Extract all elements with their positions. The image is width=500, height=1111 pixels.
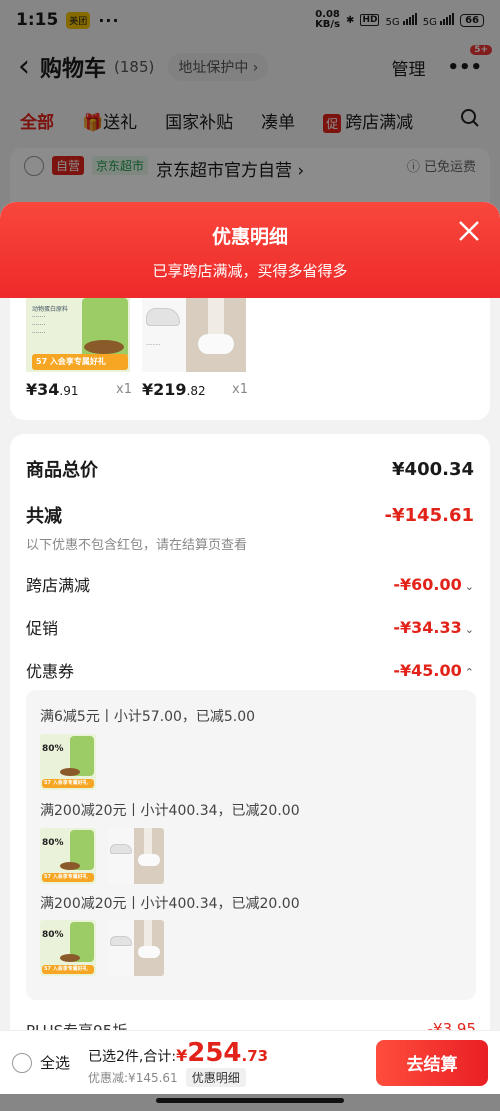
home-indicator[interactable] bbox=[156, 1098, 344, 1103]
product-quantity: x1 bbox=[232, 382, 248, 397]
select-all-label: 全选 bbox=[40, 1054, 71, 1072]
member-promo-strip: 57 入会享专属好礼 bbox=[32, 354, 128, 370]
product-price: ¥219.82 bbox=[142, 380, 206, 399]
pet-food-image[interactable]: 动物蛋白原料 ······· ······· ······· 57 入会享专属好礼 bbox=[26, 298, 130, 372]
discount-summary: 优惠减:¥145.61 优惠明细 bbox=[88, 1068, 268, 1087]
chevron-down-icon: ⌄ bbox=[464, 622, 474, 636]
chevron-down-icon: ⌄ bbox=[464, 579, 474, 593]
cross-store-value: -¥60.00 ⌄ bbox=[393, 574, 474, 594]
plus-discount-label: PLUS专享95折 bbox=[26, 1020, 127, 1030]
chevron-up-icon: ⌃ bbox=[464, 665, 474, 679]
sneaker-image[interactable]: ········· bbox=[142, 298, 246, 372]
total-reduce-value: -¥145.61 bbox=[384, 504, 474, 526]
selected-total: 已选2件,合计: ¥ 254 .73 bbox=[88, 1038, 269, 1068]
sheet-subtitle: 已享跨店满减，买得多省得多 bbox=[152, 262, 348, 280]
coupon-line: 满6减5元丨小计57.00，已减5.00 bbox=[40, 709, 256, 725]
coupon-value: -¥45.00 ⌃ bbox=[393, 660, 474, 680]
total-price-row: 商品总价 ¥400.34 bbox=[26, 456, 474, 482]
cross-store-row[interactable]: 跨店满减 -¥60.00 ⌄ bbox=[26, 572, 474, 596]
plus-discount-row: PLUS专享95折 -¥3.95 bbox=[26, 1020, 476, 1030]
select-all-checkbox[interactable] bbox=[12, 1052, 32, 1073]
coupon-label: 优惠券 bbox=[26, 662, 75, 681]
coupon-row[interactable]: 优惠券 -¥45.00 ⌃ bbox=[26, 658, 474, 682]
total-amount: 254 bbox=[187, 1038, 242, 1068]
select-all-toggle[interactable]: 全选 bbox=[12, 1052, 70, 1073]
product-price: ¥34.91 bbox=[26, 380, 79, 399]
sheet-title: 优惠明细 bbox=[211, 226, 288, 248]
checkout-button[interactable]: 去结算 bbox=[376, 1039, 488, 1086]
discount-detail-tag[interactable]: 优惠明细 bbox=[185, 1068, 246, 1087]
coupon-detail-box: 满6减5元丨小计57.00，已减5.00 80% 57 入会享专属好礼 满200减… bbox=[26, 690, 476, 1000]
total-reduce-label: 共减 bbox=[26, 506, 62, 527]
pet-food-thumbnail: 80% 57 入会享专属好礼 bbox=[40, 920, 96, 976]
sneaker-thumbnail bbox=[108, 920, 164, 976]
discount-detail-sheet: 优惠明细 已享跨店满减，买得多省得多 动物蛋白原料 ······· ······· ·… bbox=[0, 202, 500, 1030]
product-summary-card: 动物蛋白原料 ······· ······· ······· 57 入会享专属好礼 ¥… bbox=[10, 298, 490, 420]
discount-detail-card: 商品总价 ¥400.34 共减 -¥145.61 以下优惠不包含红包，请在结算页… bbox=[10, 434, 490, 1030]
discount-amount: 优惠减:¥145.61 bbox=[88, 1071, 178, 1085]
total-price-label: 商品总价 bbox=[26, 460, 98, 481]
pet-food-thumbnail: 80% 57 入会享专属好礼 bbox=[40, 828, 96, 884]
product-quantity: x1 bbox=[116, 382, 132, 397]
close-icon[interactable] bbox=[458, 220, 480, 242]
total-reduce-row: 共减 -¥145.61 bbox=[26, 502, 474, 528]
promotion-value: -¥34.33 ⌄ bbox=[393, 617, 474, 637]
product-image-text: 动物蛋白原料 ······· ······· ······· bbox=[32, 306, 69, 337]
total-price-value: ¥400.34 bbox=[392, 458, 474, 480]
plus-discount-value: -¥3.95 bbox=[427, 1020, 476, 1030]
coupon-line: 满200减20元丨小计400.34，已减20.00 bbox=[40, 896, 300, 912]
checkout-summary: 已选2件,合计: ¥ 254 .73 优惠减:¥145.61 优惠明细 bbox=[88, 1038, 268, 1087]
sneaker-thumbnail bbox=[108, 828, 164, 884]
cross-store-label: 跨店满减 bbox=[26, 576, 91, 595]
promotion-label: 促销 bbox=[26, 619, 59, 638]
coupon-line: 满200减20元丨小计400.34，已减20.00 bbox=[40, 803, 300, 819]
reduce-hint: 以下优惠不包含红包，请在结算页查看 bbox=[26, 538, 248, 553]
sheet-header: 优惠明细 已享跨店满减，买得多省得多 bbox=[0, 202, 500, 298]
promotion-row[interactable]: 促销 -¥34.33 ⌄ bbox=[26, 615, 474, 639]
checkout-bar: 全选 已选2件,合计: ¥ 254 .73 优惠减:¥145.61 优惠明细 去… bbox=[0, 1030, 500, 1094]
pet-food-thumbnail: 80% 57 入会享专属好礼 bbox=[40, 734, 96, 790]
